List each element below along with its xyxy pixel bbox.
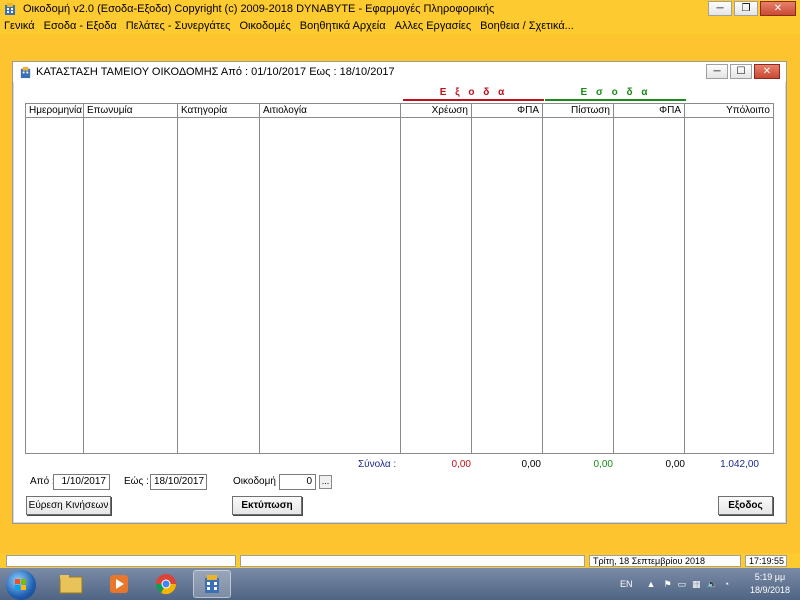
grid-column (84, 118, 178, 453)
total-credit: 0,00 (593, 459, 613, 470)
restore-icon: ❐ (741, 2, 751, 14)
grid-column (472, 118, 543, 453)
report-close-button[interactable]: ✕ (754, 64, 780, 79)
menu-other-tasks[interactable]: Αλλες Εργασίες (395, 20, 472, 32)
grid-column (178, 118, 260, 453)
column-name[interactable]: Επωνυμία (84, 104, 178, 117)
battery-icon[interactable]: ▭ (678, 579, 687, 590)
status-bar: Τρίτη, 18 Σεπτεμβρίου 2018 17:19:55 (0, 553, 800, 568)
close-button[interactable]: ✕ (760, 1, 796, 16)
show-hidden-icons-icon[interactable]: ▲ (647, 579, 656, 589)
close-icon: ✕ (762, 65, 772, 77)
total-charge: 0,00 (451, 459, 471, 470)
column-date[interactable]: Ημερομηνία (26, 104, 84, 117)
column-credit[interactable]: Πίστωση (543, 104, 614, 117)
grid-column (614, 118, 685, 453)
column-balance[interactable]: Υπόλοιπο (685, 104, 773, 117)
total-charge-vat: 0,00 (521, 459, 541, 470)
expenses-header: Ε ξ ο δ α (403, 87, 544, 101)
status-panel-empty (6, 555, 236, 567)
volume-icon[interactable]: 🔈 (707, 579, 718, 590)
column-charge-vat[interactable]: ΦΠΑ (472, 104, 543, 117)
print-button[interactable]: Εκτύπωση (232, 496, 302, 515)
menu-income-expenses[interactable]: Εσοδα - Εξοδα (44, 20, 117, 32)
menu-general[interactable]: Γενικά (4, 20, 35, 32)
status-time: 17:19:55 (745, 555, 787, 567)
restore-button[interactable]: ❐ (734, 1, 758, 16)
system-tray: EN ▲ ⚑ ▭ ▦ 🔈 ◔ (620, 568, 729, 600)
grid-body[interactable] (26, 118, 773, 453)
menu-buildings[interactable]: Οικοδομές (239, 20, 290, 32)
status-panel-empty (240, 555, 585, 567)
minimize-icon: ─ (716, 2, 724, 14)
taskbar: EN ▲ ⚑ ▭ ▦ 🔈 ◔ 5:19 μμ 18/9/2018 (0, 568, 800, 600)
totals-label: Σύνολα : (358, 459, 397, 470)
taskbar-chrome[interactable] (147, 570, 185, 598)
update-icon[interactable]: ◔ (724, 579, 729, 589)
report-title: ΚΑΤΑΣΤΑΣΗ ΤΑΜΕΙΟΥ ΟΙΚΟΔΟΜΗΣ Από : 01/10/… (36, 66, 395, 78)
total-credit-vat: 0,00 (665, 459, 685, 470)
menu-bar: Γενικά Εσοδα - Εξοδα Πελάτες - Συνεργάτε… (0, 18, 800, 34)
total-balance: 1.042,00 (720, 459, 759, 470)
taskbar-date: 18/9/2018 (749, 585, 790, 595)
network-icon[interactable]: ▦ (692, 579, 701, 590)
report-window: ΚΑΤΑΣΤΑΣΗ ΤΑΜΕΙΟΥ ΟΙΚΟΔΟΜΗΣ Από : 01/10/… (12, 61, 787, 524)
report-maximize-button[interactable]: ☐ (730, 64, 752, 79)
menu-auxiliary-files[interactable]: Βοηθητικά Αρχεία (300, 20, 386, 32)
column-credit-vat[interactable]: ΦΠΑ (614, 104, 685, 117)
grid-column (260, 118, 401, 453)
grid-column (401, 118, 472, 453)
column-reason[interactable]: Αιτιολογία (260, 104, 401, 117)
app-title: Οικοδομή v2.0 (Εσοδα-Εξοδα) Copyright (c… (23, 3, 495, 15)
income-header: Ε σ ο δ α (545, 87, 686, 101)
building-field[interactable]: 0 (279, 474, 316, 490)
grid-header: Ημερομηνία Επωνυμία Κατηγορία Αιτιολογία… (26, 104, 773, 118)
column-category[interactable]: Κατηγορία (178, 104, 260, 117)
folder-icon (59, 575, 83, 594)
taskbar-clock[interactable]: 5:19 μμ 18/9/2018 (750, 571, 790, 597)
app-icon (5, 3, 15, 15)
grid-column (685, 118, 773, 453)
find-transactions-button[interactable]: Εύρεση Κινήσεων (26, 496, 111, 515)
media-player-icon (110, 575, 128, 593)
status-date: Τρίτη, 18 Σεπτεμβρίου 2018 (589, 555, 741, 567)
taskbar-explorer[interactable] (52, 570, 90, 598)
chrome-icon (155, 574, 177, 595)
taskbar-oikodomi[interactable] (193, 570, 231, 598)
report-window-icon (20, 66, 31, 78)
minimize-button[interactable]: ─ (708, 1, 732, 16)
to-label: Εώς : (124, 476, 149, 487)
taskbar-media-player[interactable] (100, 570, 138, 598)
maximize-icon: ☐ (736, 65, 746, 77)
menu-customers[interactable]: Πελάτες - Συνεργάτες (126, 20, 231, 32)
close-icon: ✕ (773, 2, 783, 14)
exit-button[interactable]: Εξοδος (718, 496, 773, 515)
to-date-field[interactable]: 18/10/2017 (150, 474, 207, 490)
column-charge[interactable]: Χρέωση (401, 104, 472, 117)
action-center-flag-icon[interactable]: ⚑ (663, 579, 671, 590)
grid-column (26, 118, 84, 453)
app-icon (205, 575, 219, 593)
minimize-icon: ─ (713, 65, 721, 77)
from-label: Από : (30, 476, 55, 487)
menu-help[interactable]: Βοηθεια / Σχετικά... (480, 20, 574, 32)
from-date-field[interactable]: 1/10/2017 (53, 474, 110, 490)
grid-column (543, 118, 614, 453)
language-indicator[interactable]: EN (620, 579, 633, 589)
start-button[interactable] (6, 570, 36, 600)
windows-logo-icon (15, 579, 26, 590)
building-lookup-button[interactable]: ... (319, 475, 332, 489)
report-minimize-button[interactable]: ─ (706, 64, 728, 79)
taskbar-time: 5:19 μμ (754, 572, 786, 582)
app-title-bar[interactable]: Οικοδομή v2.0 (Εσοδα-Εξοδα) Copyright (c… (0, 0, 800, 18)
transactions-grid[interactable]: Ημερομηνία Επωνυμία Κατηγορία Αιτιολογία… (25, 103, 774, 454)
report-title-bar[interactable]: ΚΑΤΑΣΤΑΣΗ ΤΑΜΕΙΟΥ ΟΙΚΟΔΟΜΗΣ Από : 01/10/… (13, 62, 786, 82)
building-label: Οικοδομή : (233, 476, 282, 487)
